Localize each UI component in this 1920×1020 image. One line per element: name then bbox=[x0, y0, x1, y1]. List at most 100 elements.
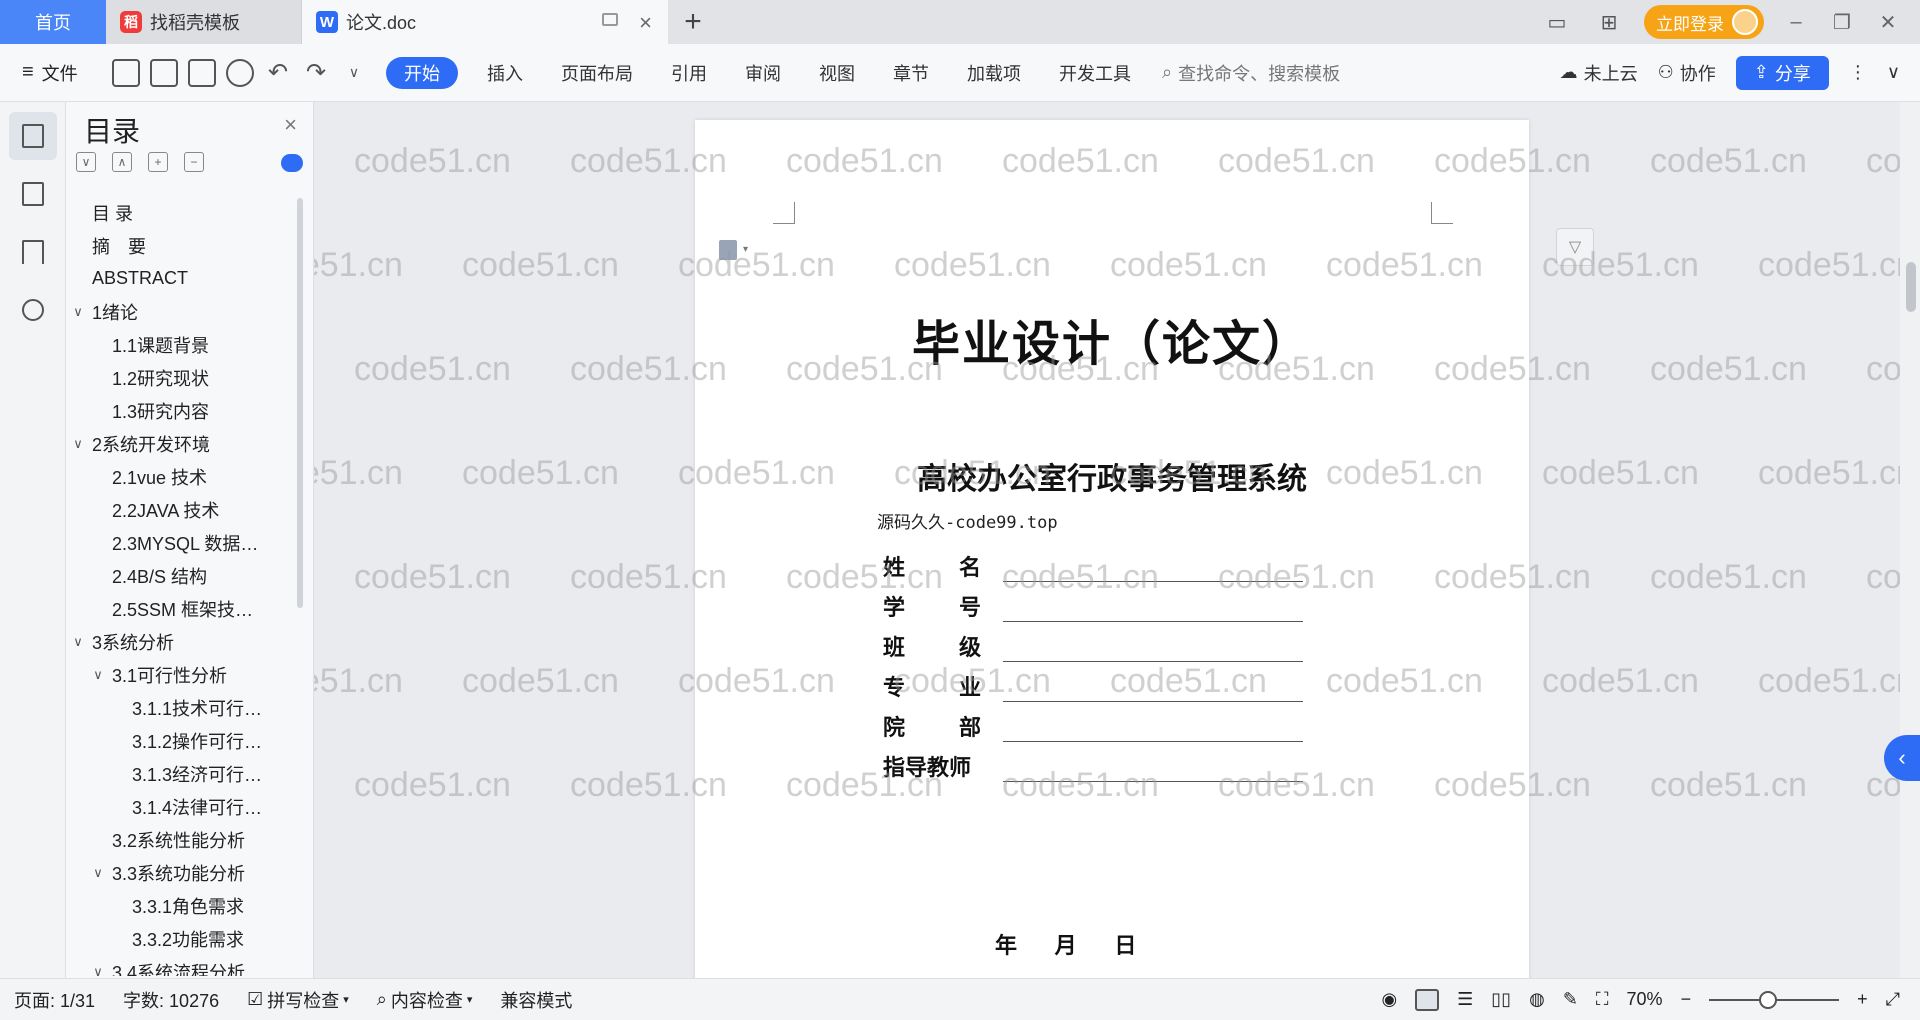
spell-check[interactable]: ☑ 拼写检查 ▾ bbox=[233, 987, 363, 1013]
toc-item[interactable]: 3.1.4法律可行… bbox=[70, 790, 300, 823]
tab-home[interactable]: 首页 bbox=[0, 0, 106, 44]
ai-assist-icon[interactable] bbox=[281, 154, 303, 172]
tab-reference[interactable]: 引用 bbox=[652, 44, 726, 102]
toc-item[interactable]: 摘 要 bbox=[70, 229, 300, 262]
pen-icon[interactable]: ✎ bbox=[1563, 989, 1578, 1010]
chevron-down-icon[interactable]: ∨ bbox=[70, 304, 86, 320]
eye-icon[interactable]: ◉ bbox=[1381, 989, 1397, 1010]
window-close-icon[interactable]: ✕ bbox=[1874, 10, 1902, 35]
print-icon[interactable] bbox=[188, 58, 216, 87]
scroll-thumb[interactable] bbox=[1906, 262, 1916, 312]
add-icon[interactable]: + bbox=[148, 152, 168, 172]
grid-icon[interactable]: ⊞ bbox=[1592, 10, 1626, 34]
remove-icon[interactable]: − bbox=[184, 152, 204, 172]
content-check[interactable]: ⌕ 内容检查 ▾ bbox=[363, 987, 487, 1013]
expand-icon[interactable]: ∨ bbox=[76, 152, 96, 172]
chevron-down-icon[interactable]: ∨ bbox=[90, 964, 106, 977]
toc-item[interactable]: ∨ 2系统开发环境 bbox=[70, 427, 300, 460]
new-tab-button[interactable]: + bbox=[668, 0, 718, 44]
toc-item[interactable]: 2.5SSM 框架技… bbox=[70, 592, 300, 625]
toc-nav-button[interactable] bbox=[9, 112, 57, 160]
toc-item[interactable]: 3.3.1角色需求 bbox=[70, 889, 300, 922]
collab-button[interactable]: ⚇ 协作 bbox=[1658, 60, 1716, 86]
toc-item[interactable]: 1.1课题背景 bbox=[70, 328, 300, 361]
chevron-down-icon[interactable]: ∨ bbox=[90, 865, 106, 881]
tab-template[interactable]: 稻 找稻壳模板 bbox=[106, 0, 302, 44]
toc-item[interactable]: 3.2系统性能分析 bbox=[70, 823, 300, 856]
vertical-scrollbar[interactable] bbox=[1900, 102, 1920, 978]
command-search[interactable]: ⌕ 查找命令、搜索模板 bbox=[1162, 60, 1340, 86]
tab-view[interactable]: 视图 bbox=[800, 44, 874, 102]
minimize-icon[interactable]: – bbox=[1782, 11, 1810, 34]
field-input-line[interactable] bbox=[1003, 678, 1303, 702]
chevron-down-icon[interactable]: ▾ bbox=[743, 244, 748, 255]
toc-item[interactable]: ∨ 3.3系统功能分析 bbox=[70, 856, 300, 889]
toc-item[interactable]: 目 录 bbox=[70, 196, 300, 229]
chevron-down-icon[interactable]: ∨ bbox=[90, 667, 106, 683]
toc-item[interactable]: 1.3研究内容 bbox=[70, 394, 300, 427]
toc-item[interactable]: ∨ 1绪论 bbox=[70, 295, 300, 328]
close-icon[interactable]: × bbox=[284, 112, 297, 138]
zoom-out-icon[interactable]: − bbox=[1681, 989, 1692, 1010]
toc-item[interactable]: ∨ 3.4系统流程分析 bbox=[70, 955, 300, 977]
find-nav-button[interactable] bbox=[9, 286, 57, 334]
toc-item[interactable]: ∨ 3系统分析 bbox=[70, 625, 300, 658]
save-icon[interactable] bbox=[112, 58, 140, 87]
toc-item[interactable]: 2.3MYSQL 数据… bbox=[70, 526, 300, 559]
chapter-nav-button[interactable] bbox=[9, 170, 57, 218]
export-icon[interactable] bbox=[150, 58, 178, 87]
web-view-icon[interactable]: ◍ bbox=[1529, 989, 1545, 1010]
tab-insert[interactable]: 插入 bbox=[468, 44, 542, 102]
field-input-line[interactable] bbox=[1003, 598, 1303, 622]
field-input-line[interactable] bbox=[1003, 558, 1303, 582]
close-icon[interactable]: × bbox=[639, 10, 652, 36]
read-view-icon[interactable]: ▯▯ bbox=[1491, 989, 1511, 1010]
bookmark-nav-button[interactable] bbox=[9, 228, 57, 276]
toc-scrollbar[interactable] bbox=[297, 198, 303, 608]
restore-icon[interactable]: ❐ bbox=[1828, 10, 1856, 35]
chevron-down-icon[interactable]: ∨ bbox=[70, 634, 86, 650]
share-button[interactable]: ⇪ 分享 bbox=[1735, 55, 1829, 90]
toc-item[interactable]: 3.3.2功能需求 bbox=[70, 922, 300, 955]
tab-page-layout[interactable]: 页面布局 bbox=[542, 44, 652, 102]
toc-item[interactable]: 2.2JAVA 技术 bbox=[70, 493, 300, 526]
tab-start[interactable]: 开始 bbox=[386, 56, 458, 89]
field-input-line[interactable] bbox=[1003, 638, 1303, 662]
layout-icon[interactable]: ▭ bbox=[1540, 10, 1574, 34]
toc-item[interactable]: 3.1.2操作可行… bbox=[70, 724, 300, 757]
tab-chapter[interactable]: 章节 bbox=[874, 44, 948, 102]
outline-view-icon[interactable]: ☰ bbox=[1457, 989, 1473, 1010]
redo-icon[interactable]: ↷ bbox=[302, 59, 330, 87]
toc-item[interactable]: ∨ 3.1可行性分析 bbox=[70, 658, 300, 691]
chevron-down-icon[interactable]: ∨ bbox=[70, 436, 86, 452]
ribbon-collapse-icon[interactable]: ∨ bbox=[1887, 62, 1900, 83]
tab-developer[interactable]: 开发工具 bbox=[1040, 44, 1150, 102]
toc-item[interactable]: 3.1.1技术可行… bbox=[70, 691, 300, 724]
word-count[interactable]: 字数: 10276 bbox=[109, 987, 233, 1013]
tab-addins[interactable]: 加载项 bbox=[948, 44, 1040, 102]
zoom-in-icon[interactable]: + bbox=[1857, 989, 1868, 1010]
zoom-slider-knob[interactable] bbox=[1759, 990, 1778, 1009]
preview-icon[interactable] bbox=[226, 58, 254, 87]
page-view-icon[interactable] bbox=[1415, 988, 1440, 1011]
toc-item[interactable]: 2.1vue 技术 bbox=[70, 460, 300, 493]
filter-icon[interactable]: ▽ bbox=[1556, 228, 1594, 266]
toc-item[interactable]: 2.4B/S 结构 bbox=[70, 559, 300, 592]
collapse-icon[interactable]: ∧ bbox=[112, 152, 132, 172]
document-page[interactable]: ▾ 毕业设计（论文） 高校办公室行政事务管理系统 源码久久-code99.top… bbox=[695, 120, 1529, 978]
toc-item[interactable]: 1.2研究现状 bbox=[70, 361, 300, 394]
toc-item[interactable]: ABSTRACT bbox=[70, 262, 300, 295]
chevron-down-icon[interactable]: ∨ bbox=[340, 59, 368, 87]
more-icon[interactable]: ⋮ bbox=[1849, 62, 1867, 83]
paragraph-icon[interactable] bbox=[719, 240, 737, 260]
zoom-level[interactable]: 70% bbox=[1627, 989, 1663, 1010]
tab-document[interactable]: W 论文.doc × bbox=[302, 0, 668, 44]
toc-item[interactable]: 3.1.3经济可行… bbox=[70, 757, 300, 790]
undo-icon[interactable]: ↶ bbox=[264, 59, 292, 87]
tab-review[interactable]: 审阅 bbox=[726, 44, 800, 102]
fullscreen-icon[interactable]: ⤢ bbox=[1886, 989, 1900, 1010]
file-menu[interactable]: ≡ 文件 bbox=[0, 60, 112, 86]
tab-screen-icon[interactable] bbox=[602, 13, 618, 26]
page-count[interactable]: 页面: 1/31 bbox=[0, 987, 109, 1013]
field-input-line[interactable] bbox=[1003, 718, 1303, 742]
